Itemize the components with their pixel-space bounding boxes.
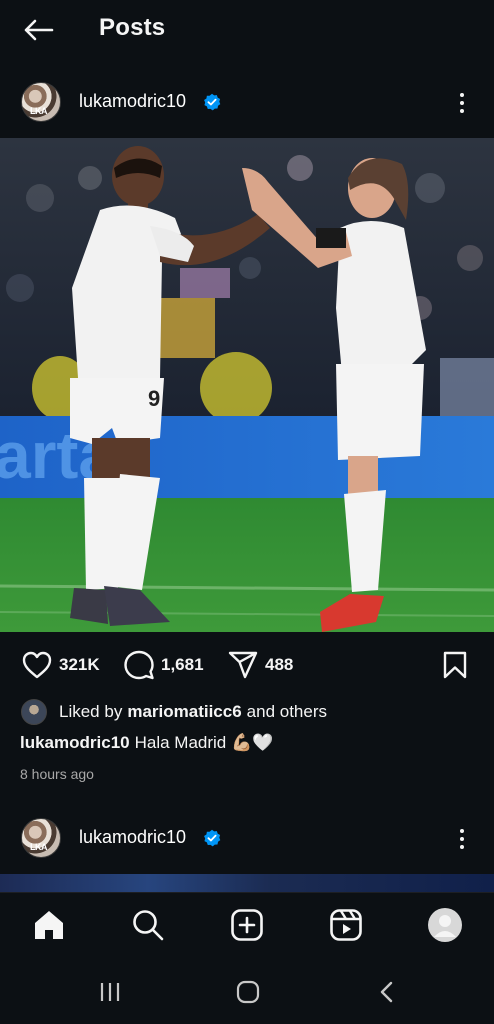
- jersey-number: 9: [148, 386, 160, 411]
- post-photo[interactable]: artas 9: [0, 138, 494, 632]
- top-bar: Posts: [0, 0, 494, 60]
- search-icon: [133, 910, 164, 941]
- liked-by-avatar: [21, 699, 47, 725]
- nav-profile[interactable]: [427, 907, 463, 943]
- next-avatar[interactable]: LKA: [21, 818, 61, 858]
- like-button[interactable]: 321K: [21, 645, 100, 685]
- system-navigation-bar: [0, 960, 494, 1024]
- comment-count[interactable]: 1,681: [161, 655, 204, 675]
- system-back-button[interactable]: [372, 978, 402, 1006]
- back-icon: [380, 981, 393, 1003]
- recents-icon: [100, 983, 120, 1001]
- reels-icon: [330, 909, 362, 941]
- avatar[interactable]: LKA: [21, 82, 61, 122]
- profile-icon: [428, 908, 462, 942]
- like-count[interactable]: 321K: [59, 655, 100, 675]
- avatar-text: LKA: [30, 106, 48, 116]
- liked-by-prefix: Liked by: [59, 702, 123, 721]
- heart-icon: [22, 651, 52, 679]
- nav-create[interactable]: [229, 907, 265, 943]
- next-post-username[interactable]: lukamodric10: [79, 827, 186, 848]
- send-icon: [228, 651, 258, 679]
- next-more-options-icon[interactable]: [452, 827, 472, 851]
- system-home-button[interactable]: [233, 978, 263, 1006]
- arrow-left-icon: [24, 19, 54, 41]
- create-icon: [231, 909, 263, 941]
- next-post-photo[interactable]: [0, 874, 494, 892]
- verified-badge-icon: [204, 93, 221, 111]
- share-button[interactable]: 488: [227, 645, 293, 685]
- comment-icon: [124, 650, 154, 680]
- comment-button[interactable]: 1,681: [123, 645, 204, 685]
- save-button[interactable]: [442, 645, 468, 685]
- liked-by-line[interactable]: Liked by mariomatiicc6 and others: [21, 698, 327, 726]
- share-count[interactable]: 488: [265, 655, 293, 675]
- verified-badge-icon: [204, 829, 221, 847]
- page-title: Posts: [99, 14, 166, 41]
- caption: lukamodric10 Hala Madrid 💪🏼🤍: [20, 733, 273, 753]
- back-button[interactable]: [20, 16, 56, 44]
- post-timestamp: 8 hours ago: [20, 766, 94, 782]
- caption-text: Hala Madrid 💪🏼🤍: [134, 733, 274, 752]
- next-avatar-text: LKA: [30, 842, 48, 852]
- nav-reels[interactable]: [328, 907, 364, 943]
- post-username[interactable]: lukamodric10: [79, 91, 186, 112]
- liked-by-user[interactable]: mariomatiicc6: [127, 702, 241, 722]
- home-icon: [35, 911, 63, 939]
- more-options-icon[interactable]: [452, 91, 472, 115]
- home-button-icon: [236, 980, 260, 1004]
- post-actions: 321K 1,681 488: [0, 645, 494, 685]
- bottom-navigation: [0, 892, 494, 960]
- post-header: LKA lukamodric10: [0, 75, 494, 131]
- recents-button[interactable]: [95, 978, 125, 1006]
- liked-by-suffix[interactable]: and others: [247, 702, 327, 722]
- next-post-header: LKA lukamodric10: [0, 811, 494, 867]
- caption-username[interactable]: lukamodric10: [20, 733, 130, 752]
- bookmark-icon: [443, 651, 467, 679]
- nav-home[interactable]: [31, 907, 67, 943]
- nav-search[interactable]: [130, 907, 166, 943]
- photo-illustration: artas 9: [0, 138, 494, 632]
